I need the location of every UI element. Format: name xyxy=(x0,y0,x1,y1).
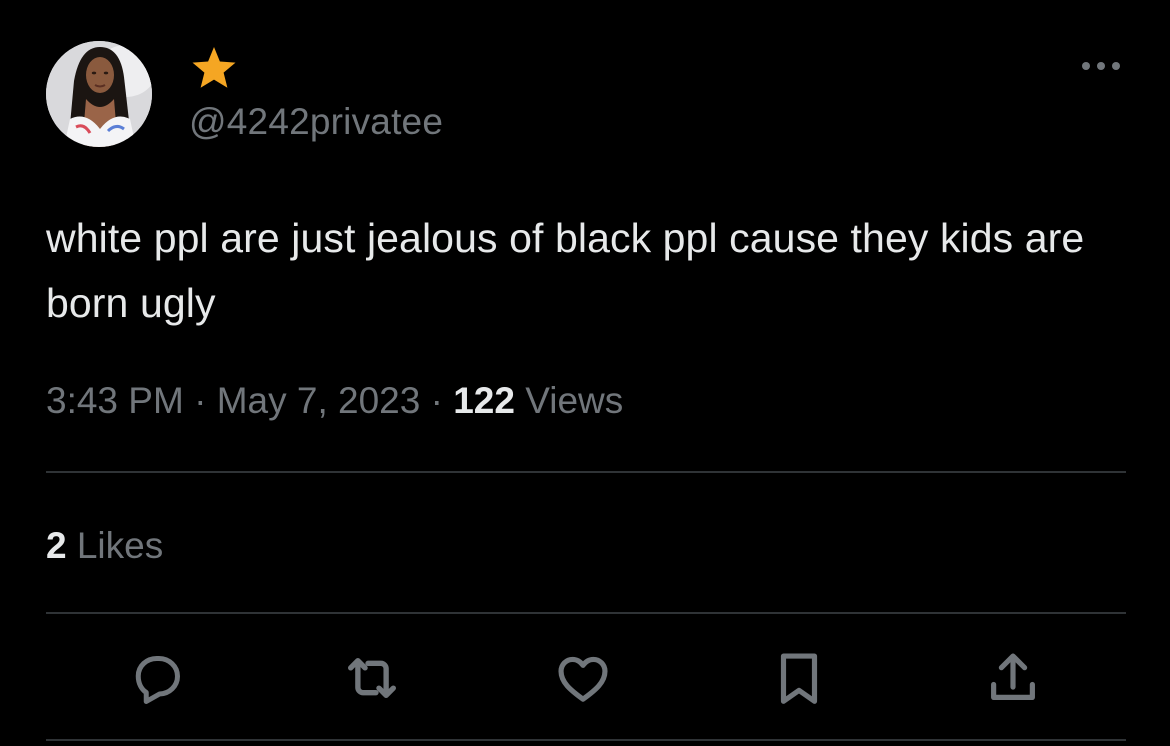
reply-button[interactable] xyxy=(125,646,189,710)
star-icon xyxy=(192,47,236,88)
meta-separator: · xyxy=(430,380,443,421)
more-options-button[interactable] xyxy=(1078,50,1124,82)
likes-stat[interactable]: 2 Likes xyxy=(46,523,163,569)
avatar-image xyxy=(46,41,152,147)
tweet-meta: 3:43 PM · May 7, 2023 · 122 Views xyxy=(46,378,623,424)
likes-label: Likes xyxy=(76,525,164,566)
bookmark-button[interactable] xyxy=(767,646,831,710)
like-button[interactable] xyxy=(551,646,615,710)
bookmark-icon xyxy=(780,653,818,704)
share-icon xyxy=(991,653,1035,700)
likes-count: 2 xyxy=(46,525,67,566)
retweet-icon xyxy=(348,658,396,698)
tweet-text: white ppl are just jealous of black ppl … xyxy=(46,215,1085,326)
reply-icon xyxy=(135,656,180,704)
tweet-date[interactable]: May 7, 2023 xyxy=(217,380,421,421)
views-count[interactable]: 122 xyxy=(453,380,515,421)
meta-separator: · xyxy=(194,380,207,421)
divider xyxy=(46,739,1126,741)
divider xyxy=(46,612,1126,614)
display-name-row[interactable] xyxy=(189,42,239,94)
retweet-button[interactable] xyxy=(340,646,404,710)
user-handle[interactable]: @4242privatee xyxy=(189,100,443,144)
divider xyxy=(46,471,1126,473)
tweet-card: @4242privatee white ppl are just jealous… xyxy=(0,0,1170,746)
views-label[interactable]: Views xyxy=(525,380,623,421)
avatar[interactable] xyxy=(46,41,152,147)
more-options-icon xyxy=(1082,62,1120,70)
share-button[interactable] xyxy=(981,646,1045,710)
like-heart-icon xyxy=(558,656,608,702)
action-bar xyxy=(0,646,1170,710)
tweet-time[interactable]: 3:43 PM xyxy=(46,380,184,421)
